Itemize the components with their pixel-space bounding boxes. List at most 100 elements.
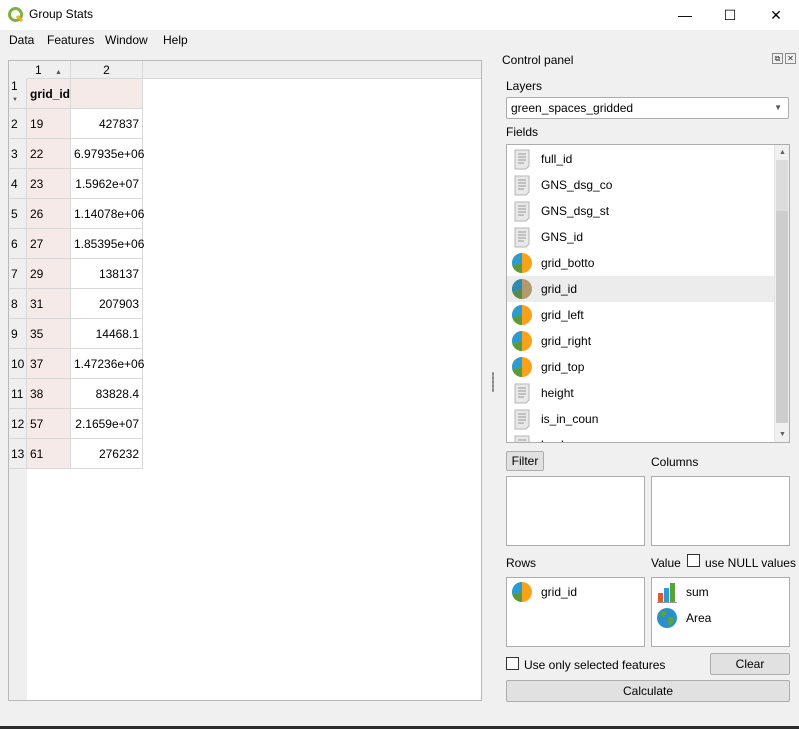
field-name: grid_top [541,360,585,374]
results-table[interactable]: 1 ▲ 2 1 ▼ grid_id 2 19 427837 3 22 6.97935e+06 4 2… [8,60,482,701]
row-header[interactable]: 1 ▼ [9,79,27,109]
row-header[interactable]: 7 [9,259,27,289]
table-cell-grid-id[interactable]: 27 [27,229,71,259]
menu-help[interactable]: Help [163,33,188,47]
table-cell-grid-id[interactable]: 22 [27,139,71,169]
table-cell-grid-id[interactable]: 23 [27,169,71,199]
use-null-checkbox[interactable] [687,554,700,567]
row-header[interactable]: 2 [9,109,27,139]
field-item[interactable]: land [507,432,775,442]
splitter-handle[interactable] [492,372,494,392]
scrollbar-thumb[interactable] [776,211,788,423]
field-item[interactable]: grid_top [507,354,775,380]
table-cell-grid-id[interactable]: 29 [27,259,71,289]
field-item[interactable]: GNS_dsg_st [507,198,775,224]
table-cell-value[interactable]: 276232 [71,439,143,469]
value-item-area[interactable]: Area [656,607,711,629]
column-header-1[interactable]: 1 ▲ [27,61,71,79]
table-cell-grid-id[interactable]: 26 [27,199,71,229]
title-bar: Group Stats — ☐ ✕ [0,0,799,30]
value-label: Value [651,556,681,570]
table-cell-value[interactable]: 138137 [71,259,143,289]
field-item[interactable]: height [507,380,775,406]
table-cell-grid-id[interactable]: 31 [27,289,71,319]
table-cell-grid-id[interactable]: 57 [27,409,71,439]
scroll-up-icon[interactable]: ▲ [775,145,789,160]
layers-label: Layers [506,79,543,93]
row-header[interactable]: 8 [9,289,27,319]
filter-button[interactable]: Filter [506,451,544,471]
fields-list[interactable]: full_id GNS_dsg_co GNS_dsg_st GNS_id grid_bo… [506,144,790,443]
value-box[interactable]: sum Area [651,577,790,647]
table-cell-value[interactable]: 6.97935e+06 [71,139,144,169]
close-button[interactable]: ✕ [753,0,799,30]
columns-box[interactable] [651,476,790,546]
table-cell-value[interactable]: 14468.1 [71,319,143,349]
text-field-icon [511,200,533,222]
field-item[interactable]: GNS_id [507,224,775,250]
row-header[interactable]: 12 [9,409,27,439]
rows-item-grid-id[interactable]: grid_id [511,581,577,603]
table-cell-value[interactable]: 83828.4 [71,379,143,409]
menu-features[interactable]: Features [47,33,94,47]
chevron-down-icon: ▼ [774,103,782,112]
columns-label: Columns [651,455,699,469]
calculate-button[interactable]: Calculate [506,680,790,702]
table-corner[interactable] [9,61,27,79]
table-cell-header-value[interactable] [71,79,143,109]
field-name: grid_botto [541,256,595,270]
scroll-down-icon[interactable]: ▼ [775,427,789,442]
rows-box[interactable]: grid_id [506,577,645,647]
float-panel-icon[interactable]: ⧉ [772,53,783,64]
text-field-icon [511,382,533,404]
row-header[interactable]: 4 [9,169,27,199]
minimize-button[interactable]: — [662,0,708,30]
fields-scrollbar[interactable]: ▲ ▼ [774,145,789,442]
table-cell-value[interactable]: 1.47236e+06 [71,349,144,379]
field-item[interactable]: is_in_coun [507,406,775,432]
table-cell-grid-id[interactable]: 37 [27,349,71,379]
qgis-logo-icon [8,7,24,23]
table-cell-grid-id[interactable]: 19 [27,109,71,139]
row-header[interactable]: 5 [9,199,27,229]
table-cell-value[interactable]: 2.1659e+07 [71,409,143,439]
table-cell-value[interactable]: 1.5962e+07 [71,169,143,199]
sort-descending-icon: ▼ [12,97,18,103]
table-cell-value[interactable]: 1.85395e+06 [71,229,144,259]
field-name: GNS_dsg_st [541,204,610,218]
row-header[interactable]: 3 [9,139,27,169]
menu-data[interactable]: Data [9,33,34,47]
clear-button[interactable]: Clear [710,653,790,675]
table-cell-header-grid-id[interactable]: grid_id [27,79,71,109]
table-cell-grid-id[interactable]: 35 [27,319,71,349]
field-item[interactable]: grid_left [507,302,775,328]
field-item[interactable]: grid_botto [507,250,775,276]
selected-only-checkbox[interactable] [506,657,519,670]
filter-box[interactable] [506,476,645,546]
field-item[interactable]: grid_id [507,276,775,302]
field-name: height [541,386,574,400]
field-item[interactable]: grid_right [507,328,775,354]
table-cell-grid-id[interactable]: 61 [27,439,71,469]
field-item[interactable]: GNS_dsg_co [507,172,775,198]
row-header[interactable]: 6 [9,229,27,259]
window-title: Group Stats [29,7,94,21]
value-item-sum[interactable]: sum [656,581,709,603]
row-header[interactable]: 13 [9,439,27,469]
table-cell-value[interactable]: 427837 [71,109,143,139]
menu-window[interactable]: Window [105,33,148,47]
column-header-2[interactable]: 2 [71,61,143,79]
table-cell-value[interactable]: 1.14078e+06 [71,199,144,229]
table-cell-value[interactable]: 207903 [71,289,143,319]
field-name: grid_id [541,282,578,296]
field-item[interactable]: full_id [507,146,775,172]
text-field-icon [511,174,533,196]
row-header[interactable]: 10 [9,349,27,379]
close-panel-icon[interactable]: ✕ [785,53,796,64]
maximize-button[interactable]: ☐ [707,0,753,30]
row-header[interactable]: 11 [9,379,27,409]
table-cell-grid-id[interactable]: 38 [27,379,71,409]
row-header[interactable]: 9 [9,319,27,349]
scrollbar-track[interactable] [776,160,788,211]
layers-dropdown[interactable]: green_spaces_gridded ▼ [506,97,789,119]
